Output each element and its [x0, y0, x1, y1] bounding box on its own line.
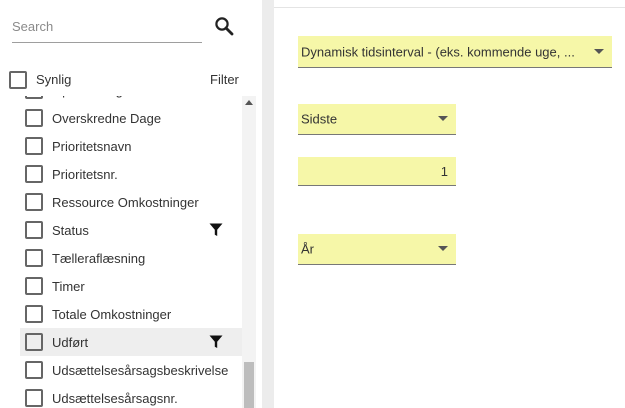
search-icon[interactable] [212, 14, 236, 38]
list-item[interactable]: Udsættelsesårsagsnr. [20, 384, 242, 408]
unit-select[interactable]: År [298, 234, 456, 265]
list-item-label: Prioritetsnr. [52, 167, 118, 182]
visible-checkbox[interactable] [25, 361, 43, 379]
visible-checkbox[interactable] [25, 277, 43, 295]
top-divider-line [274, 7, 625, 8]
visible-checkbox[interactable] [25, 193, 43, 211]
list-item[interactable]: Status [20, 216, 242, 244]
filter-funnel-icon[interactable] [209, 335, 223, 349]
visible-checkbox[interactable] [25, 221, 43, 239]
direction-select[interactable]: Sidste [298, 104, 456, 135]
visible-checkbox[interactable] [25, 96, 43, 99]
list-item[interactable]: Ressource Omkostninger [20, 188, 242, 216]
visible-checkbox[interactable] [25, 165, 43, 183]
list-item-label: Timer [52, 279, 85, 294]
visible-checkbox[interactable] [25, 109, 43, 127]
visible-column-header: Synlig [36, 72, 72, 87]
visible-checkbox[interactable] [25, 389, 43, 407]
direction-value: Sidste [301, 111, 338, 127]
list-item-label: Prioritetsnavn [52, 139, 132, 154]
visible-checkbox[interactable] [25, 249, 43, 267]
visible-checkbox[interactable] [25, 305, 43, 323]
search-input[interactable] [12, 10, 202, 43]
list-item-label: Udsættelsesårsagsbeskrivelse [52, 363, 229, 378]
list-item-label: Totale Omkostninger [52, 307, 172, 322]
interval-type-select[interactable]: Dynamisk tidsinterval - (eks. kommende u… [298, 36, 612, 68]
panel-divider[interactable] [262, 0, 274, 408]
list-item[interactable]: Udført [20, 328, 242, 356]
list-scrollbar[interactable] [242, 96, 256, 408]
chevron-down-icon [438, 246, 448, 251]
visible-checkbox[interactable] [25, 137, 43, 155]
list-item-label: Overskredne Dage [52, 111, 162, 126]
filter-funnel-icon[interactable] [209, 223, 223, 237]
select-all-checkbox[interactable] [9, 71, 27, 89]
field-list: Opstartsdage Overskredne Dage Prioritetsna… [20, 96, 242, 408]
list-item[interactable]: Overskredne Dage [20, 104, 242, 132]
filter-settings-panel: Dynamisk tidsinterval - (eks. kommende u… [274, 0, 625, 408]
list-item-label: Ressource Omkostninger [52, 195, 199, 210]
list-item-label: Udsættelsesårsagsnr. [52, 391, 178, 406]
list-item-label: Udført [52, 335, 89, 350]
list-item[interactable]: Prioritetsnavn [20, 132, 242, 160]
visible-checkbox[interactable] [25, 333, 43, 351]
list-item[interactable]: Timer [20, 272, 242, 300]
list-item[interactable]: Tælleraflæsning [20, 244, 242, 272]
chevron-down-icon [594, 49, 604, 54]
count-input[interactable] [298, 157, 456, 186]
scrollbar-thumb[interactable] [244, 362, 254, 408]
list-item-label: Status [52, 223, 89, 238]
list-item-label: Opstartsdage [52, 96, 130, 98]
unit-value: År [301, 241, 314, 257]
interval-type-value: Dynamisk tidsinterval - (eks. kommende u… [301, 44, 575, 59]
list-item[interactable]: Prioritetsnr. [20, 160, 242, 188]
chevron-down-icon [438, 116, 448, 121]
field-list-panel: Synlig Filter Opstartsdage Overskredne Da… [0, 0, 262, 408]
list-item-label: Tælleraflæsning [52, 251, 146, 266]
list-item[interactable]: Opstartsdage [20, 96, 242, 104]
scroll-up-arrow-icon[interactable] [245, 100, 253, 105]
filter-column-header: Filter [210, 72, 239, 87]
list-item[interactable]: Udsættelsesårsagsbeskrivelse [20, 356, 242, 384]
list-item[interactable]: Totale Omkostninger [20, 300, 242, 328]
